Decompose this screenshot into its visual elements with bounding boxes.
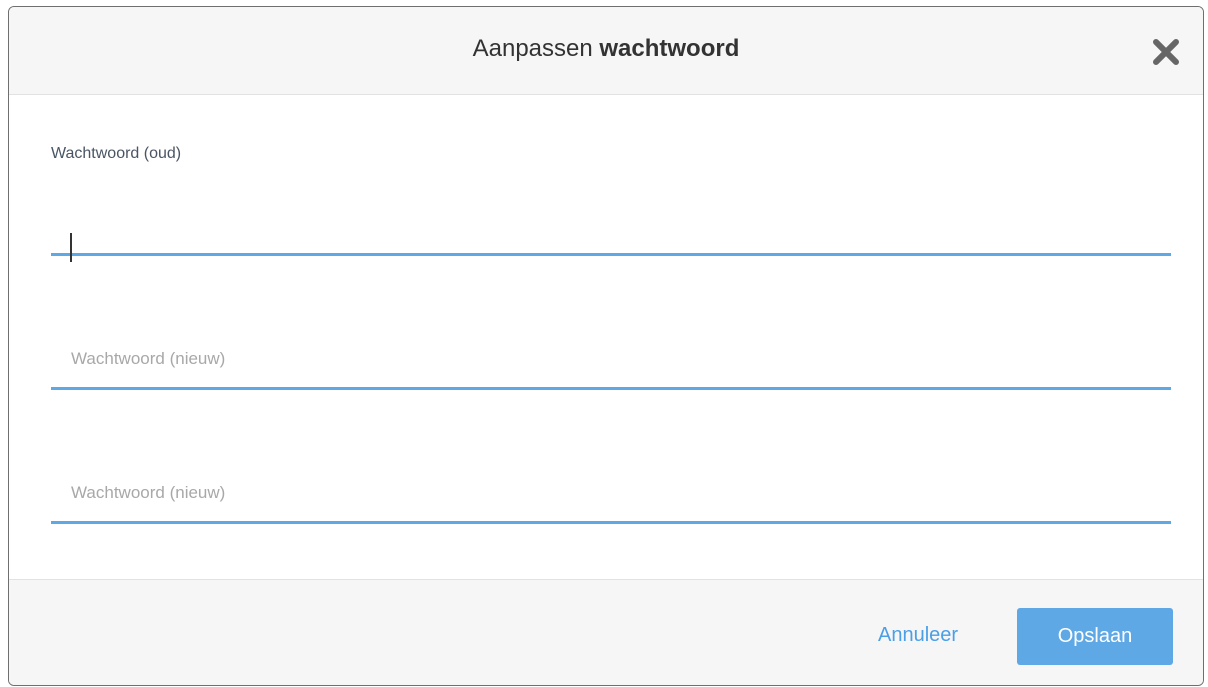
cancel-button[interactable]: Annuleer	[878, 624, 958, 647]
confirm-password-group	[51, 447, 1171, 527]
old-password-group: Wachtwoord (oud)	[51, 139, 1171, 262]
text-caret	[70, 233, 72, 262]
dialog-body: Wachtwoord (oud)	[9, 95, 1203, 579]
old-password-input[interactable]	[51, 211, 1171, 256]
dialog-title: Aanpassen wachtwoord	[9, 35, 1203, 63]
change-password-dialog: Aanpassen wachtwoord Wachtwoord (oud) An…	[8, 6, 1204, 686]
dialog-title-bold: wachtwoord	[599, 35, 740, 62]
dialog-header: Aanpassen wachtwoord	[9, 7, 1203, 95]
save-button[interactable]: Opslaan	[1017, 608, 1173, 665]
new-password-input[interactable]	[51, 331, 1171, 390]
dialog-title-prefix: Aanpassen	[472, 35, 593, 62]
close-button[interactable]	[1153, 39, 1179, 65]
old-password-label: Wachtwoord (oud)	[51, 145, 182, 162]
close-icon	[1153, 39, 1179, 65]
confirm-password-input[interactable]	[51, 465, 1171, 524]
new-password-group	[51, 313, 1171, 393]
dialog-footer: Annuleer Opslaan	[9, 579, 1203, 685]
